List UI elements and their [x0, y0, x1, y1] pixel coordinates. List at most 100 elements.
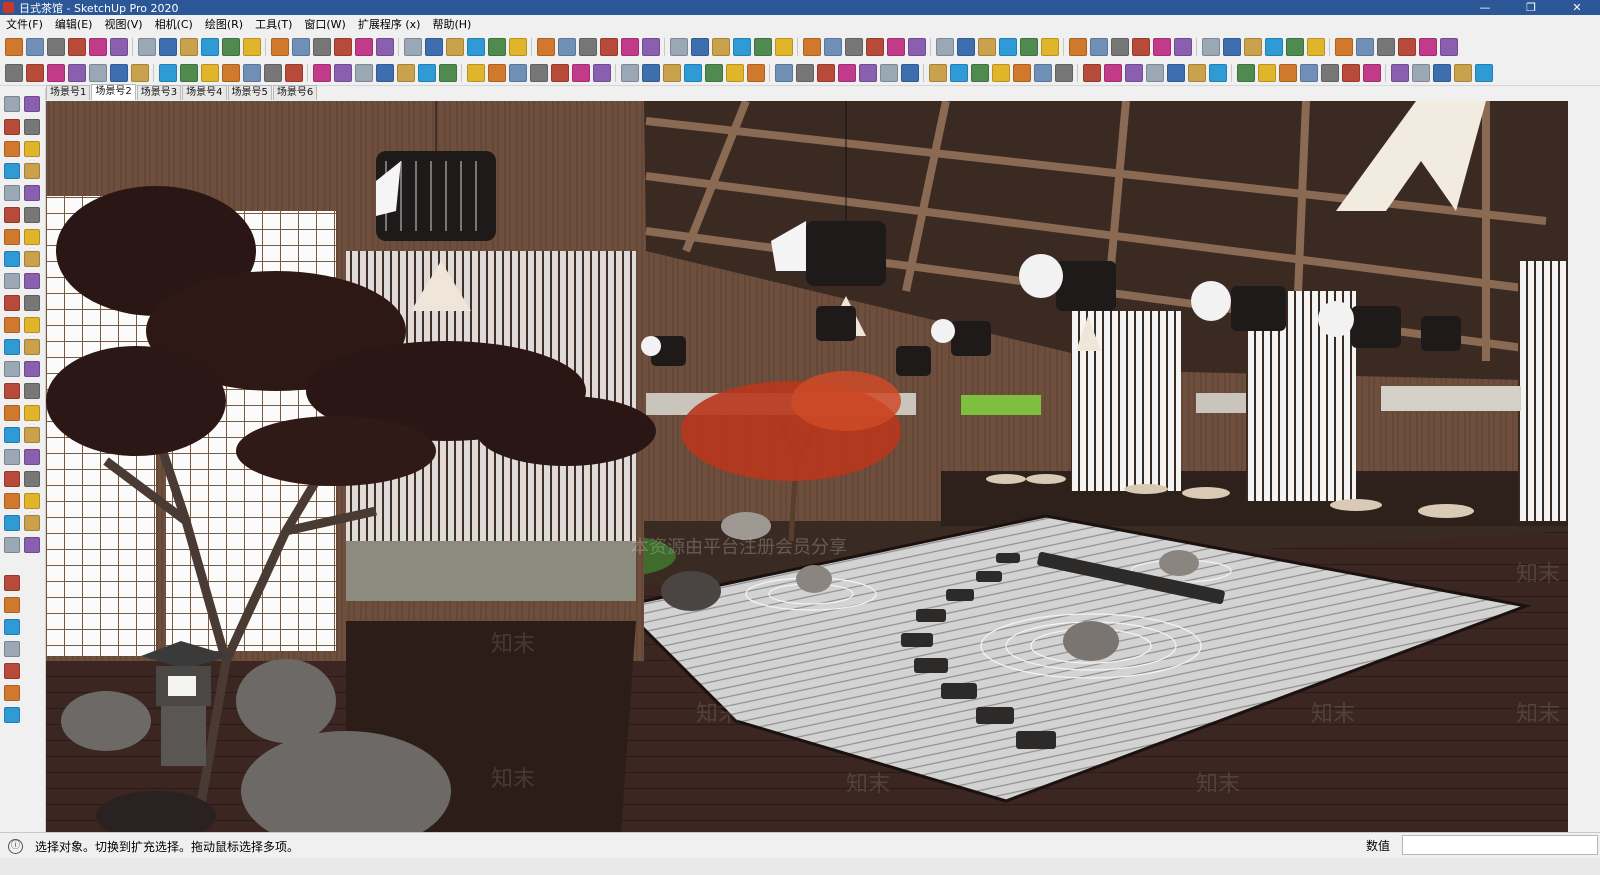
close-button[interactable]: ✕ [1554, 0, 1600, 15]
tool-button-icon[interactable] [312, 38, 331, 56]
tool-button-icon[interactable] [879, 63, 898, 82]
tool-button-icon[interactable] [669, 38, 688, 56]
tool-palette-icon[interactable] [4, 575, 20, 591]
tool-button-icon[interactable] [466, 38, 485, 56]
tab-scene-4[interactable]: 场景号4 [182, 85, 227, 100]
tool-button-icon[interactable] [1397, 38, 1416, 56]
tool-button-icon[interactable] [1334, 38, 1353, 56]
tool-palette-icon[interactable] [4, 361, 20, 377]
tool-palette-icon[interactable] [4, 383, 20, 399]
tool-button-icon[interactable] [508, 63, 527, 82]
tool-button-icon[interactable] [935, 38, 954, 56]
tool-button-icon[interactable] [991, 63, 1010, 82]
tool-button-icon[interactable] [158, 63, 177, 82]
tool-button-icon[interactable] [641, 63, 660, 82]
tool-palette-icon[interactable] [4, 295, 20, 311]
tool-button-icon[interactable] [263, 63, 282, 82]
tool-button-icon[interactable] [641, 38, 660, 56]
tool-button-icon[interactable] [312, 63, 331, 82]
menu-extensions[interactable]: 扩展程序 (x) [352, 15, 427, 34]
tool-button-icon[interactable] [354, 38, 373, 56]
tool-button-icon[interactable] [956, 38, 975, 56]
tool-palette-icon[interactable] [4, 619, 20, 635]
tool-palette-icon[interactable] [4, 141, 20, 157]
tool-button-icon[interactable] [1145, 63, 1164, 82]
tool-button-icon[interactable] [375, 38, 394, 56]
tool-button-icon[interactable] [1355, 38, 1374, 56]
tool-button-icon[interactable] [998, 38, 1017, 56]
tool-palette-icon[interactable] [4, 119, 20, 135]
tool-button-icon[interactable] [1376, 38, 1395, 56]
tool-button-icon[interactable] [1320, 63, 1339, 82]
tool-button-icon[interactable] [333, 63, 352, 82]
tool-palette-icon[interactable] [4, 471, 20, 487]
tool-palette-icon[interactable] [24, 493, 40, 509]
tool-button-icon[interactable] [1236, 63, 1255, 82]
menu-edit[interactable]: 编辑(E) [49, 15, 99, 34]
tool-button-icon[interactable] [1089, 38, 1108, 56]
tool-palette-icon[interactable] [24, 185, 40, 201]
tool-palette-icon[interactable] [4, 663, 20, 679]
tab-scene-3[interactable]: 场景号3 [136, 85, 182, 100]
tool-button-icon[interactable] [1278, 63, 1297, 82]
tool-button-icon[interactable] [1124, 63, 1143, 82]
tool-button-icon[interactable] [949, 63, 968, 82]
tool-palette-icon[interactable] [4, 317, 20, 333]
tool-button-icon[interactable] [1439, 38, 1458, 56]
tool-palette-icon[interactable] [24, 207, 40, 223]
tool-palette-icon[interactable] [24, 427, 40, 443]
tool-palette-icon[interactable] [4, 96, 20, 112]
menu-help[interactable]: 帮助(H) [426, 15, 477, 34]
tool-button-icon[interactable] [900, 63, 919, 82]
tool-palette-icon[interactable] [24, 119, 40, 135]
tool-button-icon[interactable] [1033, 63, 1052, 82]
tool-button-icon[interactable] [88, 38, 107, 56]
tool-button-icon[interactable] [1243, 38, 1262, 56]
tool-button-icon[interactable] [179, 63, 198, 82]
tool-palette-icon[interactable] [24, 405, 40, 421]
tool-button-icon[interactable] [928, 63, 947, 82]
tool-button-icon[interactable] [1264, 38, 1283, 56]
tool-button-icon[interactable] [438, 63, 457, 82]
tool-palette-icon[interactable] [24, 96, 40, 112]
tool-palette-icon[interactable] [24, 537, 40, 553]
maximize-button[interactable]: ❐ [1508, 0, 1554, 15]
tool-palette-icon[interactable] [24, 471, 40, 487]
tool-palette-icon[interactable] [4, 685, 20, 701]
tool-button-icon[interactable] [1453, 63, 1472, 82]
tool-button-icon[interactable] [1131, 38, 1150, 56]
tool-palette-icon[interactable] [24, 339, 40, 355]
measurements-input[interactable] [1402, 835, 1598, 855]
tool-button-icon[interactable] [1187, 63, 1206, 82]
tool-button-icon[interactable] [445, 38, 464, 56]
tool-button-icon[interactable] [977, 38, 996, 56]
tool-button-icon[interactable] [683, 63, 702, 82]
tool-button-icon[interactable] [1299, 63, 1318, 82]
tool-palette-icon[interactable] [4, 515, 20, 531]
tool-palette-icon[interactable] [24, 295, 40, 311]
tool-button-icon[interactable] [837, 63, 856, 82]
tool-button-icon[interactable] [970, 63, 989, 82]
tool-button-icon[interactable] [844, 38, 863, 56]
tool-button-icon[interactable] [130, 63, 149, 82]
tool-palette-icon[interactable] [4, 163, 20, 179]
tool-palette-icon[interactable] [4, 229, 20, 245]
tool-button-icon[interactable] [823, 38, 842, 56]
tool-palette-icon[interactable] [4, 405, 20, 421]
minimize-button[interactable]: — [1462, 0, 1508, 15]
tool-palette-icon[interactable] [24, 449, 40, 465]
tool-button-icon[interactable] [711, 38, 730, 56]
tool-button-icon[interactable] [802, 38, 821, 56]
tool-palette-icon[interactable] [4, 449, 20, 465]
tool-palette-icon[interactable] [4, 641, 20, 657]
tool-button-icon[interactable] [571, 63, 590, 82]
tool-button-icon[interactable] [487, 38, 506, 56]
tool-button-icon[interactable] [291, 38, 310, 56]
tool-button-icon[interactable] [1362, 63, 1381, 82]
tool-button-icon[interactable] [550, 63, 569, 82]
tool-button-icon[interactable] [1208, 63, 1227, 82]
tool-button-icon[interactable] [620, 63, 639, 82]
tool-button-icon[interactable] [620, 38, 639, 56]
tool-button-icon[interactable] [284, 63, 303, 82]
tool-button-icon[interactable] [179, 38, 198, 56]
